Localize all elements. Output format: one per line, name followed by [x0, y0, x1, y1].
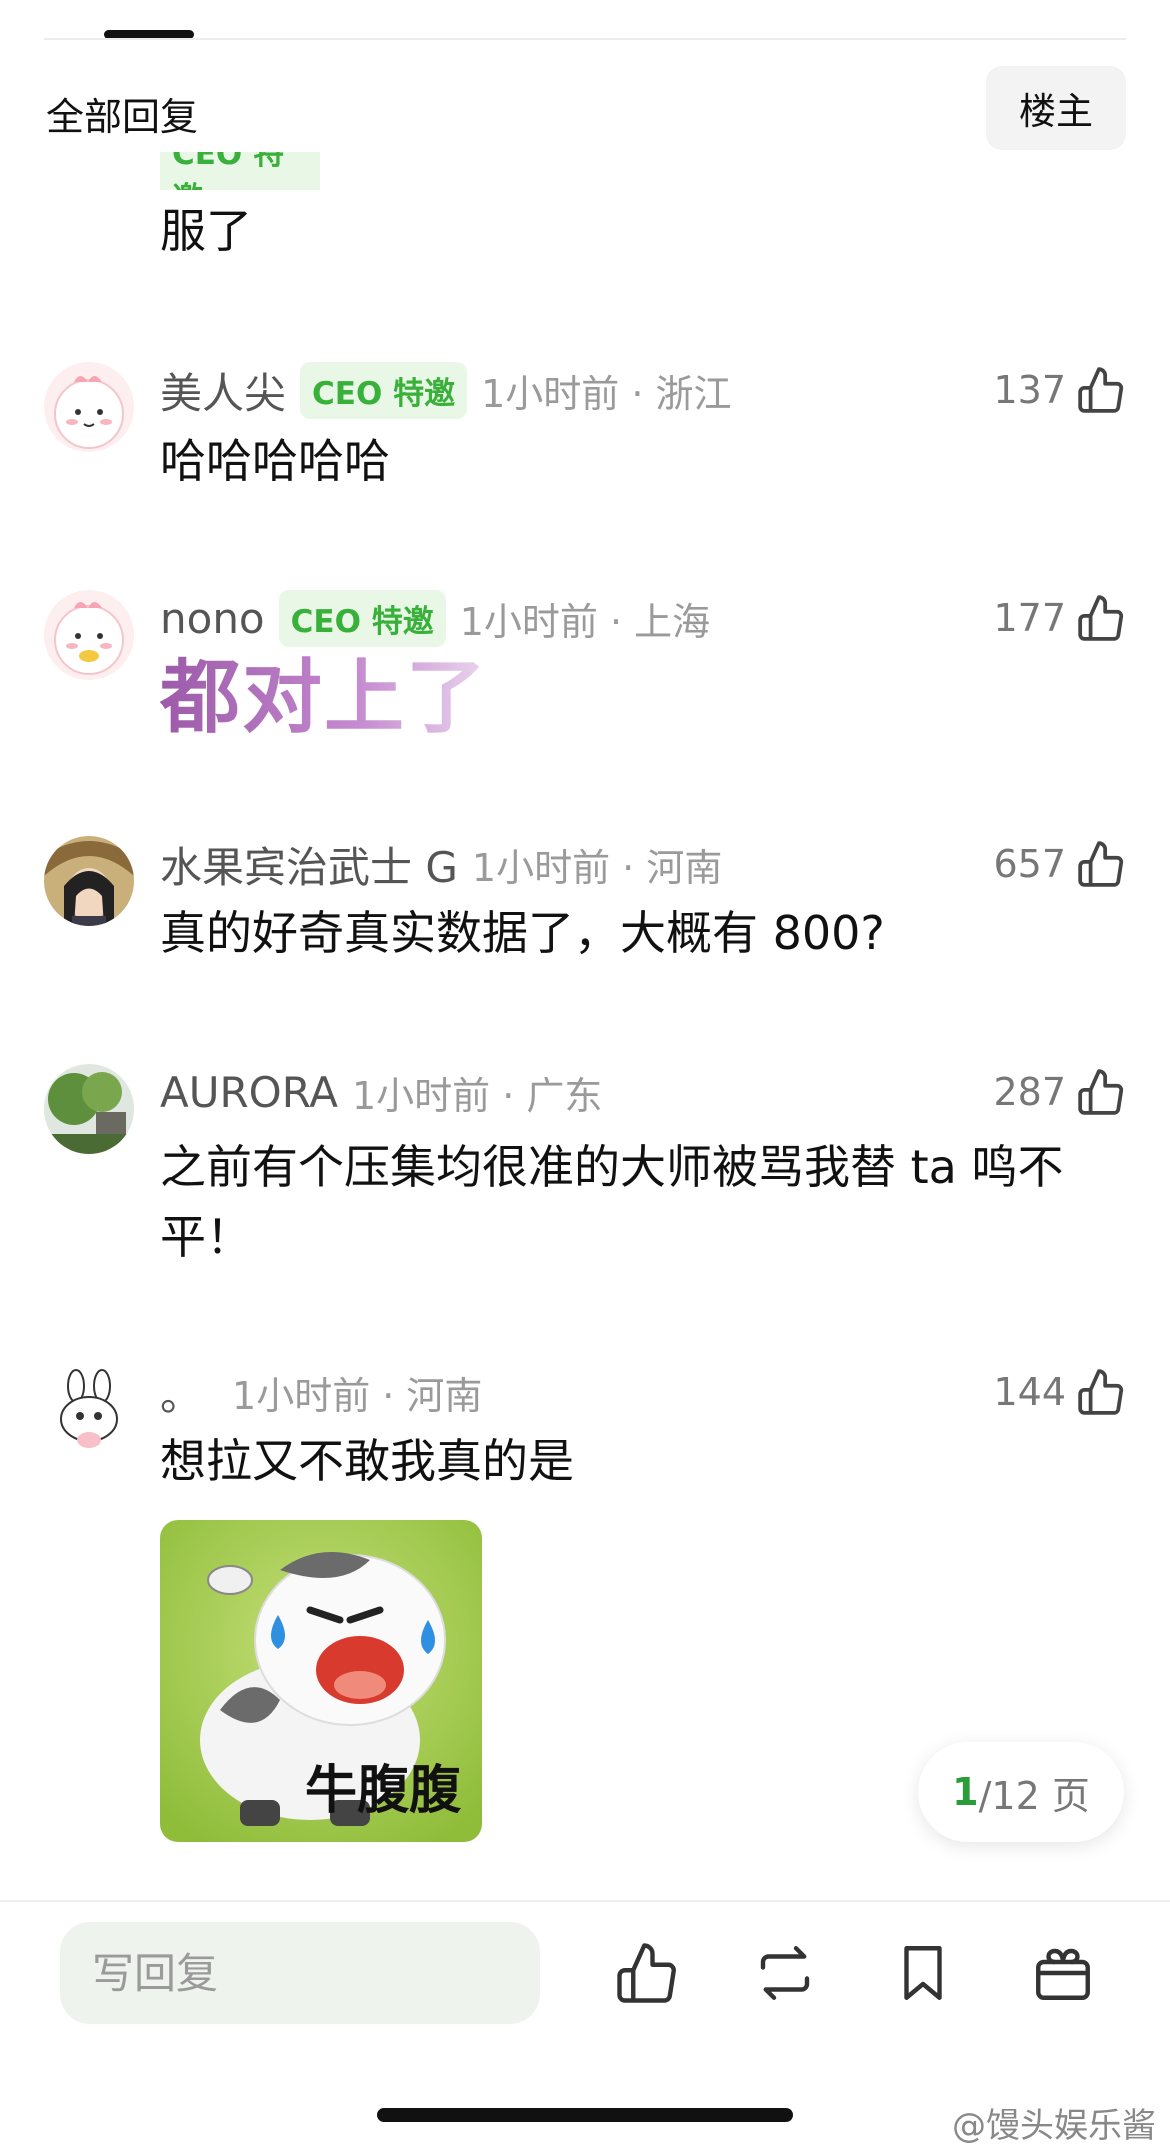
current-page: 1 [952, 1770, 979, 1814]
like-count: 177 [993, 596, 1066, 640]
comment-meta: 美人尖 CEO 特邀 1小时前 · 浙江 [160, 360, 732, 420]
comment-meta: 水果宾治武士 G 1小时前 · 河南 [160, 834, 722, 894]
thumbs-up-icon [1078, 841, 1124, 887]
partial-comment-text: 服了 [160, 204, 252, 258]
username[interactable]: 水果宾治武士 G [160, 834, 458, 895]
comment-sticker-text: 都对上了 [160, 651, 488, 744]
like-count: 287 [993, 1070, 1066, 1114]
username[interactable]: 。 [160, 1362, 202, 1423]
gift-icon[interactable] [1030, 1940, 1096, 2006]
thumbs-up-icon [1078, 367, 1124, 413]
like-button[interactable]: 137 [993, 360, 1126, 420]
avatar[interactable] [44, 1364, 134, 1454]
avatar[interactable] [44, 362, 134, 452]
bookmark-icon[interactable] [890, 1940, 956, 2006]
replies-header: 全部回复 楼主 [0, 62, 1170, 152]
like-count: 144 [993, 1370, 1066, 1414]
comment-text: 之前有个压集均很准的大师被骂我替 ta 鸣不平！ [160, 1140, 1064, 1264]
comment-text: 想拉又不敢我真的是 [160, 1434, 574, 1488]
anime-character-avatar-icon [44, 836, 134, 926]
header-title: 全部回复 [46, 95, 199, 139]
like-button[interactable]: 144 [993, 1362, 1126, 1422]
comment-time-location: 1小时前 · 河南 [232, 1373, 483, 1418]
like-count: 137 [993, 368, 1066, 412]
op-filter-button[interactable]: 楼主 [986, 66, 1126, 150]
thumbs-up-icon [1078, 1369, 1124, 1415]
sticker-caption: 牛腹腹 [305, 1761, 462, 1821]
bunny-avatar-icon [44, 1364, 134, 1454]
like-button[interactable]: 177 [993, 588, 1126, 648]
thumbs-up-icon [1078, 595, 1124, 641]
comment-time-location: 1小时前 · 浙江 [481, 371, 732, 416]
cartoon-avatar-icon [44, 590, 134, 680]
username[interactable]: AURORA [160, 1068, 338, 1117]
cow-sticker-image[interactable]: 牛腹腹 [160, 1520, 482, 1842]
ceo-badge: CEO 特邀 [300, 361, 468, 419]
comment-meta: 。 1小时前 · 河南 [160, 1362, 482, 1422]
comment-meta: AURORA 1小时前 · 广东 [160, 1062, 602, 1122]
like-icon[interactable] [614, 1940, 680, 2006]
username[interactable]: nono [160, 594, 265, 643]
thumbs-up-icon [1078, 1069, 1124, 1115]
watermark: @馒头娱乐酱 [952, 2106, 1156, 2146]
avatar[interactable] [44, 590, 134, 680]
top-divider [44, 38, 1126, 40]
avatar[interactable] [44, 1064, 134, 1154]
comment-time-location: 1小时前 · 广东 [351, 1073, 603, 1118]
comment-time-location: 1小时前 · 上海 [459, 599, 711, 644]
comment-text: 哈哈哈哈哈 [160, 434, 390, 488]
like-button[interactable]: 287 [993, 1062, 1126, 1122]
page-indicator-button[interactable]: 1/12 页 [918, 1742, 1124, 1842]
cartoon-avatar-icon [44, 362, 134, 452]
partial-comment-badge: CEO 特邀 [160, 150, 320, 190]
repost-icon[interactable] [752, 1940, 818, 2006]
username[interactable]: 美人尖 [160, 360, 286, 421]
comment-time-location: 1小时前 · 河南 [471, 845, 723, 890]
nature-photo-avatar-icon [44, 1064, 134, 1154]
avatar[interactable] [44, 836, 134, 926]
ceo-badge: CEO 特邀 [278, 589, 446, 647]
like-count: 657 [993, 842, 1066, 886]
home-indicator [377, 2108, 793, 2122]
reply-input[interactable] [60, 1922, 540, 2024]
total-pages: /12 页 [978, 1773, 1090, 1818]
like-button[interactable]: 657 [993, 834, 1126, 894]
comment-meta: nono CEO 特邀 1小时前 · 上海 [160, 588, 710, 648]
comment-text: 真的好奇真实数据了，大概有 800? [160, 906, 885, 960]
